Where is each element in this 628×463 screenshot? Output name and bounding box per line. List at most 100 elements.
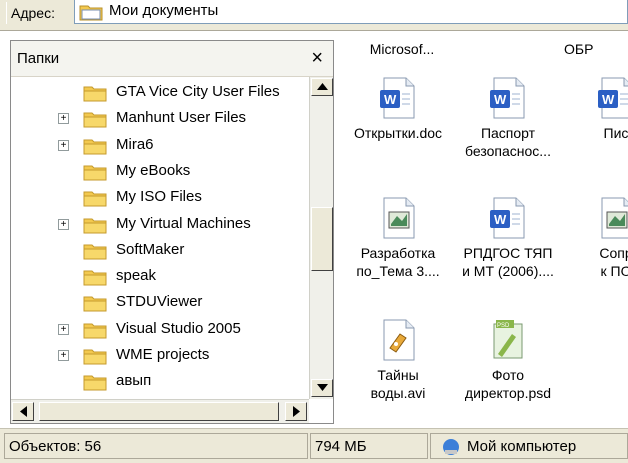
folder-tree-item[interactable]: speak <box>11 265 309 291</box>
horizontal-scrollbar[interactable] <box>11 399 309 423</box>
shared-folder-icon <box>83 375 107 391</box>
word-doc-icon: W <box>598 77 628 119</box>
word-doc-icon: W <box>380 77 415 119</box>
word-doc-icon: W <box>490 197 525 239</box>
expand-toggle-icon[interactable]: + <box>58 218 69 230</box>
folder-tree-item[interactable]: + Manhunt User Files <box>11 107 309 133</box>
folder-tree-item[interactable]: + My Virtual Machines <box>11 213 309 239</box>
folder-tree-item-label: авып <box>116 372 152 390</box>
folder-tree-item[interactable]: My eBooks <box>11 160 309 186</box>
file-item[interactable]: ОБР <box>564 40 628 58</box>
file-item[interactable]: W Пис <box>568 76 628 142</box>
file-list-view: Microsof... ОБР W Открытки.doc W Паспорт бе… <box>340 40 628 424</box>
folder-tree-item[interactable]: GTA Vice City User Files <box>11 81 309 107</box>
expand-toggle-icon[interactable]: + <box>58 323 69 335</box>
svg-text:W: W <box>384 92 397 107</box>
file-item[interactable]: W Открытки.doc <box>350 76 446 142</box>
folders-pane-title: Папки <box>17 50 60 67</box>
folder-tree-item-label: My ISO Files <box>116 188 202 206</box>
folder-icon <box>83 349 107 365</box>
folder-icon <box>83 112 107 128</box>
status-bar: Объектов: 56 794 МБ Мой компьютер <box>0 428 628 463</box>
folder-tree-item-label: My eBooks <box>116 161 191 179</box>
address-value: Мои документы <box>109 2 219 19</box>
svg-text:PSD: PSD <box>497 323 510 329</box>
folder-icon <box>83 270 107 286</box>
folder-tree: GTA Vice City User Files + Manhunt User Fi… <box>11 77 309 399</box>
address-field[interactable]: Мои документы <box>74 0 628 24</box>
arrow-down-icon <box>317 384 328 391</box>
file-name: Разработка по_Тема 3.... <box>356 245 440 279</box>
scroll-right-button[interactable] <box>285 402 307 421</box>
file-item[interactable]: W РПДГОС ТЯП и МТ (2006).... <box>460 196 556 280</box>
vertical-scrollbar[interactable] <box>309 77 333 399</box>
folder-tree-item[interactable]: SoftMaker <box>11 239 309 265</box>
word-doc-icon: W <box>490 77 525 119</box>
file-item[interactable]: Сопр к ПО <box>568 196 628 280</box>
scroll-left-button[interactable] <box>12 402 34 421</box>
file-item[interactable]: Тайны воды.avi <box>350 318 446 402</box>
document-icon <box>383 197 415 239</box>
address-bar: Адрес: Мои документы <box>0 0 628 31</box>
arrow-right-icon <box>293 406 300 417</box>
folder-icon <box>83 323 107 339</box>
folder-tree-item-label: Visual Studio 2005 <box>116 319 241 337</box>
folder-tree-item-label: STDUViewer <box>116 293 203 311</box>
file-name: Сопр к ПО <box>599 245 628 279</box>
scroll-up-button[interactable] <box>311 78 333 96</box>
folder-icon <box>83 139 107 155</box>
file-item[interactable]: Разработка по_Тема 3.... <box>350 196 446 280</box>
folder-tree-item[interactable]: + Visual Studio 2005 <box>11 318 309 344</box>
file-name: Паспорт безопаснос... <box>465 125 551 159</box>
scroll-down-button[interactable] <box>311 379 333 397</box>
close-icon[interactable]: × <box>311 47 323 70</box>
folder-tree-item-label: GTA Vice City User Files <box>116 83 280 100</box>
video-file-icon <box>383 319 415 361</box>
file-name: РПДГОС ТЯП и МТ (2006).... <box>462 245 554 279</box>
svg-text:W: W <box>602 92 615 107</box>
status-location: Мой компьютер <box>430 433 628 459</box>
status-object-count: Объектов: 56 <box>4 433 308 459</box>
vertical-scroll-thumb[interactable] <box>311 207 333 271</box>
folder-tree-item-label: Mira6 <box>116 135 154 153</box>
folder-tree-item[interactable]: авып <box>11 370 309 396</box>
arrow-left-icon <box>20 406 27 417</box>
folder-icon <box>83 165 107 181</box>
file-name: Фото директор.psd <box>464 367 552 401</box>
folder-tree-item-label: speak <box>116 267 157 285</box>
document-icon <box>601 197 628 239</box>
file-item[interactable]: PSD Фото директор.psd <box>460 318 556 402</box>
folder-icon <box>83 296 107 312</box>
folder-tree-item[interactable]: + Mira6 <box>11 134 309 160</box>
my-computer-icon <box>443 439 459 455</box>
folder-icon <box>83 218 107 233</box>
folder-tree-item[interactable]: My ISO Files <box>11 186 309 212</box>
folder-tree-item[interactable]: + WME projects <box>11 344 309 370</box>
status-size: 794 МБ <box>310 433 428 459</box>
expand-toggle-icon[interactable]: + <box>58 139 69 151</box>
folders-pane: Папки × GTA Vice City User Files + Manhunt… <box>10 40 334 424</box>
file-name: Пис <box>603 125 628 141</box>
horizontal-scroll-thumb[interactable] <box>39 402 279 421</box>
psd-file-icon: PSD <box>493 320 523 359</box>
file-name: Тайны воды.avi <box>370 367 426 401</box>
address-label: Адрес: <box>6 2 59 24</box>
arrow-up-icon <box>317 83 328 90</box>
file-name: Открытки.doc <box>353 125 443 141</box>
folder-tree-item[interactable]: STDUViewer <box>11 291 309 317</box>
file-item[interactable]: W Паспорт безопаснос... <box>460 76 556 160</box>
folder-icon <box>83 86 107 102</box>
folders-pane-header: Папки × <box>11 41 333 77</box>
folder-tree-item-label: Manhunt User Files <box>116 109 247 127</box>
folder-tree-item-label: WME projects <box>116 346 210 363</box>
svg-text:W: W <box>494 92 507 107</box>
folder-icon <box>79 5 103 21</box>
folder-icon <box>83 244 107 260</box>
folder-tree-item-label: SoftMaker <box>116 240 185 258</box>
status-location-label: Мой компьютер <box>467 438 577 455</box>
file-name: ОБР <box>564 41 594 57</box>
file-item[interactable]: Microsof... <box>354 40 450 58</box>
expand-toggle-icon[interactable]: + <box>58 350 69 361</box>
expand-toggle-icon[interactable]: + <box>58 113 69 125</box>
file-name: Microsof... <box>369 41 435 57</box>
